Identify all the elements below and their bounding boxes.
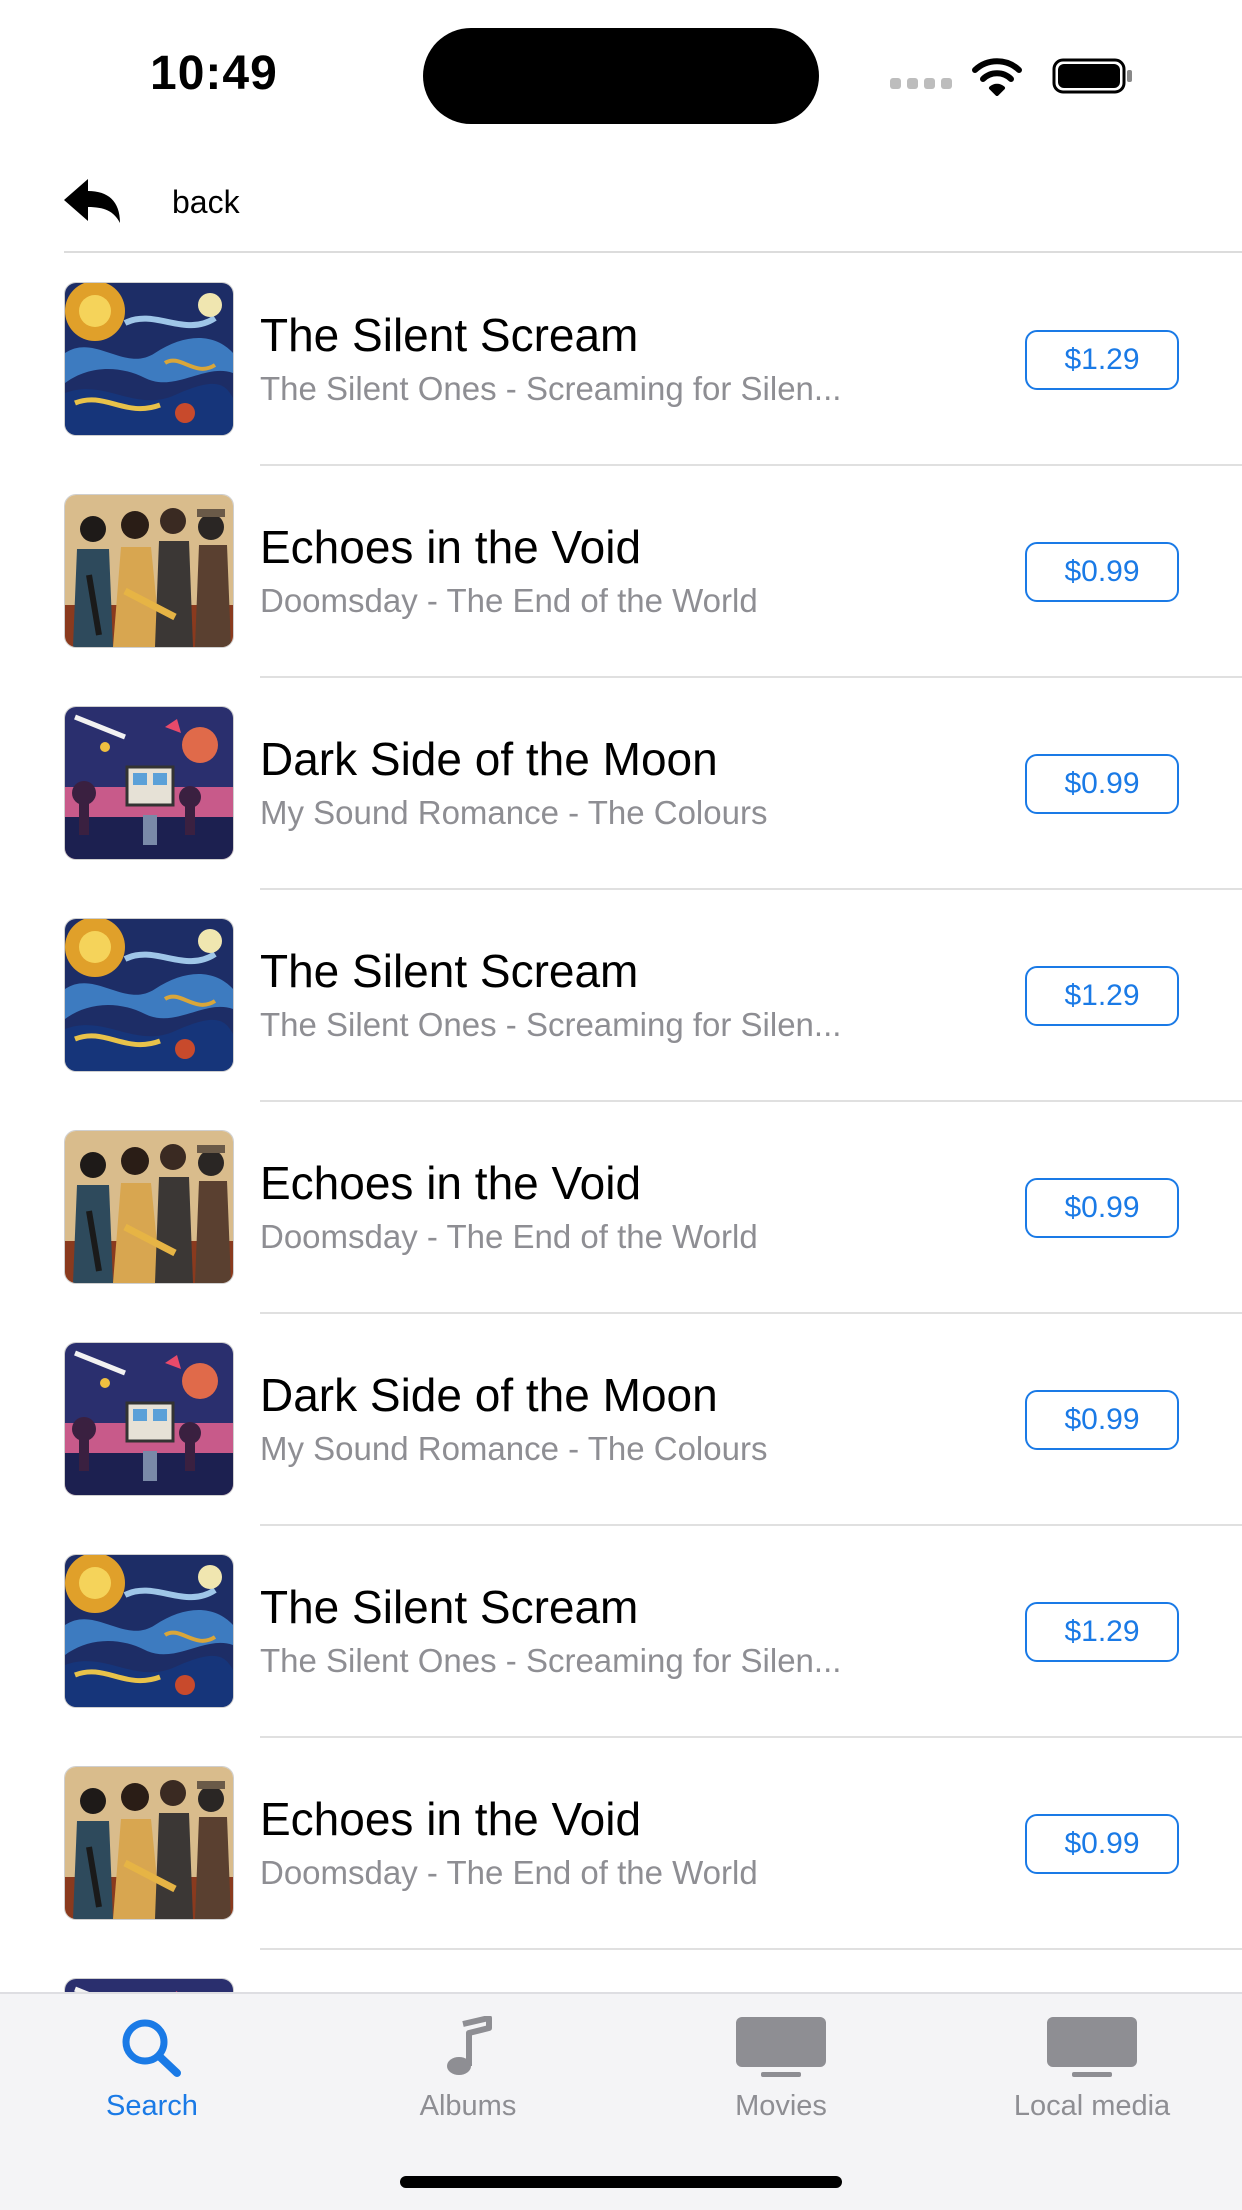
track-subtitle: My Sound Romance - The Colours [260,1430,768,1467]
wifi-icon [972,58,1022,96]
price-button[interactable]: $0.99 [1025,1178,1179,1238]
back-label: back [172,183,240,220]
track-title: The Silent Scream [260,309,639,361]
retro-city-artwork [64,1342,234,1496]
price-button[interactable]: $1.29 [1025,1602,1179,1662]
track-subtitle: The Silent Ones - Screaming for Silen... [260,1642,842,1679]
track-row[interactable]: Echoes in the Void Doomsday - The End of … [0,1738,1242,1950]
music-note-icon [447,2016,492,2075]
status-time: 10:49 [150,47,278,100]
track-row[interactable]: The Silent Scream The Silent Ones - Screa… [0,1526,1242,1738]
search-icon [122,2019,181,2077]
price-button[interactable]: $0.99 [1025,754,1179,814]
track-subtitle: My Sound Romance - The Colours [260,794,768,831]
jazz-band-artwork [64,1130,234,1284]
tab-label: Search [106,2090,198,2122]
tab-movies[interactable]: Movies [661,2014,901,2134]
retro-city-artwork [64,706,234,860]
track-row[interactable]: The Silent Scream The Silent Ones - Screa… [0,890,1242,1102]
track-row[interactable] [0,1950,1242,1992]
track-title: Dark Side of the Moon [260,1369,718,1421]
price-button[interactable]: $0.99 [1025,1814,1179,1874]
tab-search[interactable]: Search [32,2014,272,2134]
track-title: Echoes in the Void [260,1793,642,1845]
tab-label: Albums [419,2090,517,2122]
swirl-artwork [64,1554,234,1708]
track-row[interactable]: Dark Side of the Moon My Sound Romance - … [0,678,1242,890]
track-subtitle: Doomsday - The End of the World [260,1218,758,1255]
track-title: The Silent Scream [260,945,639,997]
tv-icon [1047,2017,1137,2077]
track-subtitle: Doomsday - The End of the World [260,582,758,619]
price-button[interactable]: $0.99 [1025,1390,1179,1450]
track-subtitle: The Silent Ones - Screaming for Silen... [260,370,842,407]
swirl-artwork [64,282,234,436]
track-title: The Silent Scream [260,1581,639,1633]
track-list[interactable]: The Silent Scream The Silent Ones - Screa… [0,254,1242,1992]
back-button[interactable]: back [64,172,240,232]
tab-label: Movies [735,2090,827,2122]
track-title: Dark Side of the Moon [260,733,718,785]
reply-arrow-icon [64,179,120,223]
cellular-signal-icon [890,78,954,90]
track-row[interactable]: The Silent Scream The Silent Ones - Screa… [0,254,1242,466]
track-title: Echoes in the Void [260,1157,642,1209]
price-button[interactable]: $1.29 [1025,966,1179,1026]
tab-local-media[interactable]: Local media [972,2014,1212,2134]
swirl-artwork [64,918,234,1072]
navigation-bar: back [0,150,1242,253]
tv-icon [736,2017,826,2077]
track-subtitle: The Silent Ones - Screaming for Silen... [260,1006,842,1043]
home-indicator [400,2176,842,2188]
dynamic-island [423,28,819,124]
status-bar: 10:49 [0,0,1242,150]
track-subtitle: Doomsday - The End of the World [260,1854,758,1891]
track-row[interactable]: Dark Side of the Moon My Sound Romance - … [0,1314,1242,1526]
jazz-band-artwork [64,1766,234,1920]
track-row[interactable]: Echoes in the Void Doomsday - The End of … [0,1102,1242,1314]
price-button[interactable]: $1.29 [1025,330,1179,390]
retro-city-artwork [64,1978,234,1992]
tab-albums[interactable]: Albums [348,2014,588,2134]
tab-label: Local media [1013,2090,1171,2122]
jazz-band-artwork [64,494,234,648]
price-button[interactable]: $0.99 [1025,542,1179,602]
track-row[interactable]: Echoes in the Void Doomsday - The End of … [0,466,1242,678]
battery-icon [1052,58,1132,94]
divider [64,251,1242,253]
track-title: Echoes in the Void [260,521,642,573]
